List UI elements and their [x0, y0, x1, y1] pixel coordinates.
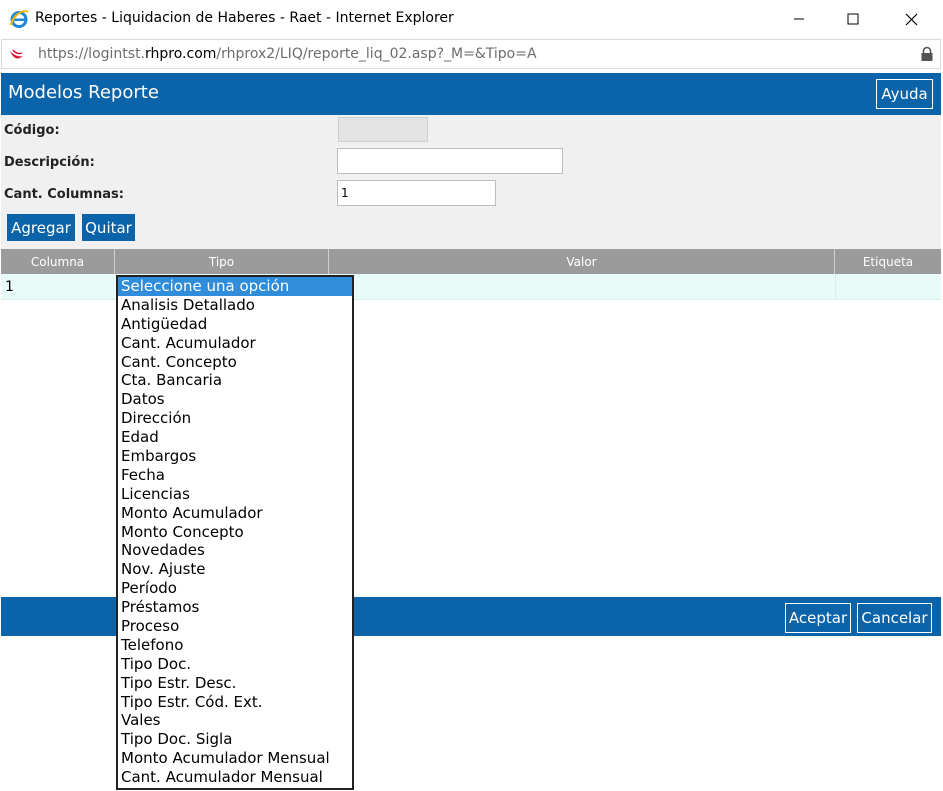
tipo-option[interactable]: Datos — [118, 390, 352, 409]
tipo-option[interactable]: Tipo Doc. Sigla — [118, 730, 352, 749]
tipo-option[interactable]: Préstamos — [118, 598, 352, 617]
tipo-option[interactable]: Cant. Acumulador — [118, 334, 352, 353]
cant-columnas-field[interactable]: 1 — [337, 180, 496, 206]
tipo-option[interactable]: Seleccione una opción — [118, 277, 352, 296]
minimize-button[interactable] — [776, 0, 822, 38]
column-header-tipo: Tipo — [115, 249, 329, 274]
url-host: rhpro.com — [145, 46, 217, 62]
tipo-option[interactable]: Tipo Doc. — [118, 655, 352, 674]
column-header-etiqueta: Etiqueta — [862, 254, 914, 269]
lock-icon — [921, 46, 933, 61]
window-title: Reportes - Liquidacion de Haberes - Raet… — [35, 10, 454, 26]
tipo-option[interactable]: Cta. Bancaria — [118, 371, 352, 390]
tipo-option[interactable]: Monto Acumulador Mensual — [118, 749, 352, 768]
site-favicon-icon — [10, 49, 23, 59]
codigo-field — [338, 117, 428, 142]
tipo-option[interactable]: Novedades — [118, 541, 352, 560]
cell-etiqueta[interactable] — [835, 274, 941, 300]
tipo-option[interactable]: Cant. Acumulador Mensual — [118, 768, 352, 787]
tipo-option[interactable]: Monto Acumulador — [118, 504, 352, 523]
tipo-option[interactable]: Telefono — [118, 636, 352, 655]
tipo-option[interactable]: Monto Concepto — [118, 523, 352, 542]
tipo-option[interactable]: Tipo Estr. Cód. Ext. — [118, 693, 352, 712]
help-button[interactable]: Ayuda — [876, 79, 933, 109]
tipo-option[interactable]: Nov. Ajuste — [118, 560, 352, 579]
table-header: Columna Tipo Valor Etiqueta — [1, 249, 941, 274]
tipo-option[interactable]: Proceso — [118, 617, 352, 636]
tipo-dropdown-list[interactable]: Seleccione una opción Analisis Detallado A… — [116, 275, 354, 790]
page-title: Modelos Reporte — [8, 82, 159, 103]
accept-button[interactable]: Aceptar — [785, 603, 851, 633]
maximize-icon — [847, 13, 859, 25]
tipo-option[interactable]: Antigüedad — [118, 315, 352, 334]
descripcion-field[interactable] — [337, 148, 563, 174]
title-bar: Reportes - Liquidacion de Haberes - Raet… — [0, 0, 943, 38]
tipo-option[interactable]: Licencias — [118, 485, 352, 504]
page-header: Modelos Reporte Ayuda — [1, 73, 941, 115]
tipo-option[interactable]: Edad — [118, 428, 352, 447]
tipo-option[interactable]: Embargos — [118, 447, 352, 466]
column-header-columna: Columna — [1, 249, 115, 274]
tipo-option[interactable]: Analisis Detallado — [118, 296, 352, 315]
close-button[interactable] — [888, 0, 934, 38]
tipo-option[interactable]: Fecha — [118, 466, 352, 485]
internet-explorer-icon — [10, 10, 29, 28]
cell-valor[interactable] — [329, 274, 835, 300]
browser-window: Reportes - Liquidacion de Haberes - Raet… — [0, 0, 943, 791]
tipo-option[interactable]: Tipo Estr. Desc. — [118, 674, 352, 693]
tipo-option[interactable]: Período — [118, 579, 352, 598]
add-button[interactable]: Agregar — [7, 214, 75, 241]
tipo-option[interactable]: Cant. Concepto — [118, 353, 352, 372]
close-icon — [905, 13, 917, 25]
cant-columnas-label: Cant. Columnas: — [4, 187, 124, 202]
report-form: Código: Descripción: Cant. Columnas: 1 A… — [1, 115, 941, 249]
descripcion-label: Descripción: — [4, 155, 95, 170]
url-text[interactable]: https://logintst.rhpro.com/rhprox2/LIQ/r… — [38, 46, 537, 62]
tipo-option[interactable]: Dirección — [118, 409, 352, 428]
maximize-button[interactable] — [830, 0, 876, 38]
url-path: /rhprox2/LIQ/reporte_liq_02.asp?_M=&Tipo… — [216, 46, 537, 62]
cancel-button[interactable]: Cancelar — [857, 603, 932, 633]
tipo-option[interactable]: Vales — [118, 711, 352, 730]
codigo-label: Código: — [4, 123, 60, 138]
column-header-valor: Valor — [329, 249, 835, 274]
cell-columna: 1 — [5, 279, 14, 295]
minimize-icon — [794, 18, 804, 20]
remove-button[interactable]: Quitar — [82, 214, 135, 241]
address-bar[interactable]: https://logintst.rhpro.com/rhprox2/LIQ/r… — [1, 39, 941, 69]
url-prefix: https://logintst. — [38, 46, 146, 62]
